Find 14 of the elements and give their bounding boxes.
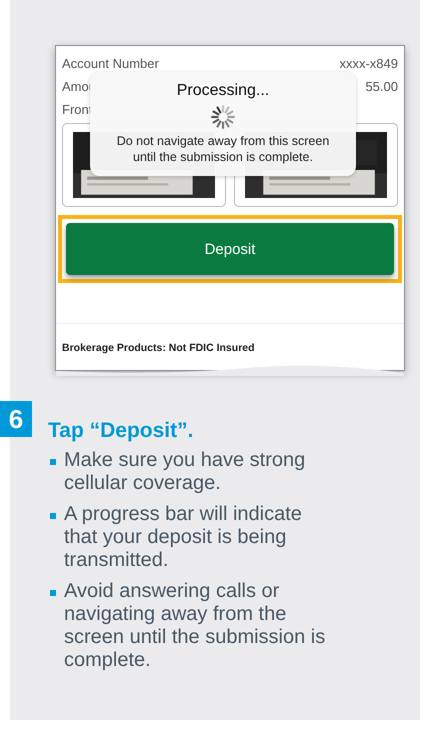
step-title: Tap “Deposit”. [48,419,194,442]
front-label: Front [62,102,92,117]
amount-label: Amou [62,79,96,94]
account-label: Account Number [62,56,159,71]
bullet-text: A progress bar will indicate that your deposit is being transmitted. [64,503,303,572]
bullet-text: Make sure you have strong cellular coverage. [64,449,306,495]
dialog-message: Do not navigate away from this screen until the submission is complete. [116,134,330,166]
amount-value: 55.00 [365,79,398,94]
dialog-title: Processing... [176,82,270,100]
disclaimer-text: Brokerage Products: Not FDIC Insured [62,342,255,354]
bullet-text: Avoid answering calls or navigating away from the screen until the submission is complete. [64,580,326,672]
account-value: xxxx-x849 [339,56,398,71]
deposit-button[interactable]: Deposit [66,223,394,275]
step-number: 6 [0,401,32,437]
